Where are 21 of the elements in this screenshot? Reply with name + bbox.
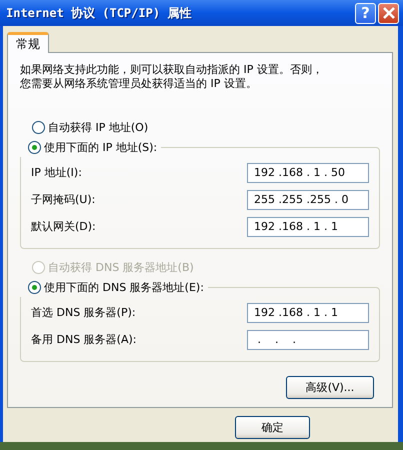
radio-button[interactable]: 自动获得 IP 地址(O) bbox=[20, 117, 380, 137]
close-icon bbox=[382, 6, 396, 20]
ip-field[interactable]: 255 .255 .255 . 0 bbox=[247, 190, 369, 210]
field-label: 首选 DNS 服务器(P): bbox=[31, 305, 136, 320]
close-button[interactable] bbox=[378, 2, 399, 24]
field-label: IP 地址(I): bbox=[31, 165, 82, 180]
help-button[interactable]: ? bbox=[355, 2, 376, 24]
ip-field[interactable]: 192 .168 . 1 . 1 bbox=[247, 216, 369, 236]
radio-button[interactable]: 使用下面的 IP 地址(S): bbox=[19, 137, 158, 157]
radio-button[interactable]: 使用下面的 DNS 服务器地址(E): bbox=[19, 277, 204, 297]
advanced-button[interactable]: 高级(V)... bbox=[286, 376, 374, 399]
tab[interactable]: 常规 bbox=[7, 32, 49, 53]
ok-button[interactable]: 确定 bbox=[235, 416, 310, 439]
ip-field[interactable]: . . . bbox=[247, 330, 369, 350]
description-text: 如果网络支持此功能，则可以获取自动指派的 IP 设置。否则， 您需要从网络系统管理员处获得适当的 IP 设置。 bbox=[20, 63, 324, 91]
field-label: 子网掩码(U): bbox=[31, 192, 96, 207]
ip-field[interactable]: 192 .168 . 1 . 1 bbox=[247, 302, 369, 322]
field-label: 默认网关(D): bbox=[31, 219, 96, 234]
field-label: 备用 DNS 服务器(A): bbox=[31, 332, 136, 347]
ip-field[interactable]: 192 .168 . 1 . 50 bbox=[247, 162, 369, 182]
window-title: Internet 协议 (TCP/IP) 属性 bbox=[6, 4, 192, 22]
